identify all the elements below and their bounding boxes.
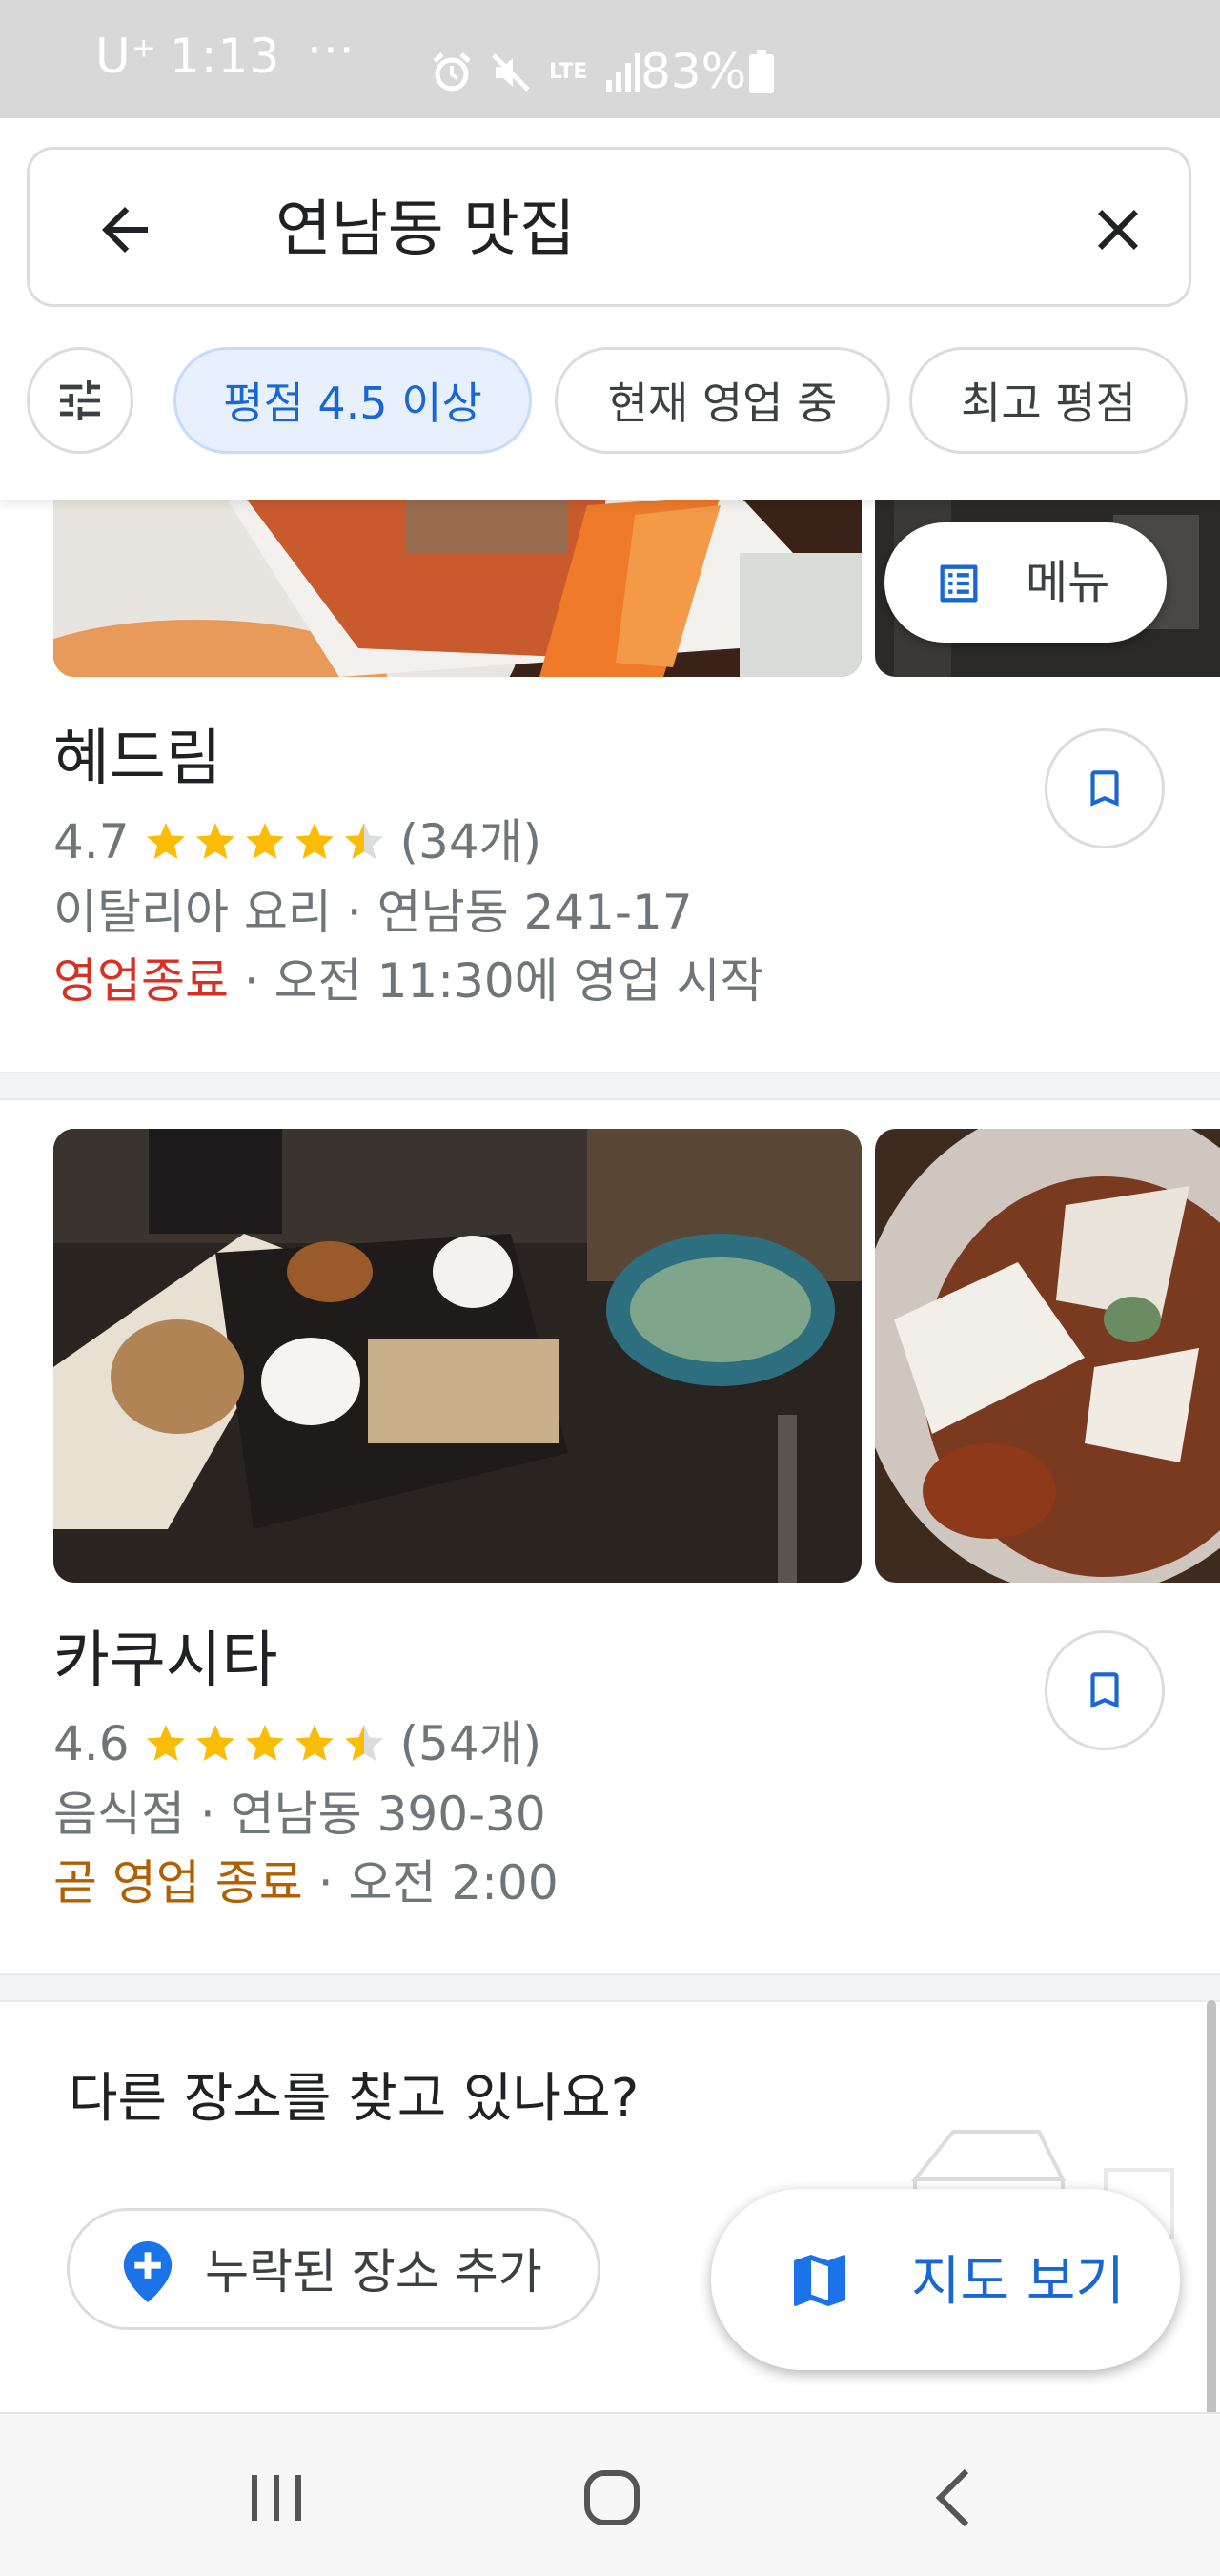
- hours-row: 영업종료 · 오전 11:30에 영업 시작: [53, 957, 763, 1005]
- add-place-label: 누락된 장소 추가: [205, 2244, 542, 2300]
- star-rating: [143, 1721, 387, 1767]
- half-star-icon: [344, 823, 383, 859]
- rating-value: 4.6: [53, 1716, 130, 1771]
- review-count: (34개): [399, 814, 542, 869]
- chip-top-rated[interactable]: 최고 평점: [909, 347, 1188, 454]
- bookmark-icon: [1090, 770, 1119, 807]
- review-count: (54개): [399, 1716, 542, 1771]
- place-name[interactable]: 카쿠시타: [53, 1630, 278, 1691]
- open-status-detail: · 오전 11:30에 영업 시작: [229, 953, 764, 1009]
- chip-open-now[interactable]: 현재 영업 중: [555, 347, 890, 454]
- result-photo[interactable]: [53, 496, 862, 677]
- signal-icon: [606, 53, 641, 92]
- notification-more-dots: ···: [307, 23, 356, 78]
- hours-row: 곧 영업 종료 · 오전 2:00: [53, 1859, 559, 1907]
- open-status-detail: · 오전 2:00: [302, 1855, 559, 1911]
- back-arrow-icon[interactable]: [91, 195, 159, 264]
- rating-row: 4.6 (54개): [53, 1720, 541, 1768]
- half-star-icon: [344, 1725, 383, 1761]
- star-icon: [146, 823, 185, 859]
- star-icon: [146, 1725, 185, 1761]
- back-nav-icon[interactable]: [917, 2464, 993, 2532]
- menu-list-icon: [940, 564, 978, 603]
- mute-icon: [492, 53, 530, 92]
- category-address: 음식점 · 연남동 390-30: [53, 1787, 546, 1842]
- star-icon: [295, 1725, 334, 1761]
- home-icon[interactable]: [574, 2464, 650, 2532]
- section-title: 다른 장소를 찾고 있나요?: [69, 2068, 640, 2130]
- food-photo-image: [53, 496, 862, 677]
- save-button[interactable]: [1045, 1630, 1165, 1750]
- status-icons: LTE: [431, 44, 642, 101]
- carrier-label: U⁺: [95, 29, 157, 84]
- star-icon: [195, 823, 234, 859]
- bookmark-icon: [1090, 1672, 1119, 1708]
- result-photo[interactable]: [875, 1129, 1220, 1583]
- status-bar: U⁺ 1:13 ··· LTE 83%: [0, 0, 1220, 118]
- star-icon: [245, 823, 284, 859]
- section-divider: [0, 1973, 1220, 2002]
- rating-value: 4.7: [53, 814, 130, 869]
- menu-button[interactable]: 메뉴: [884, 522, 1167, 643]
- food-photo-image: [53, 1129, 862, 1583]
- save-button[interactable]: [1045, 728, 1165, 848]
- search-box[interactable]: 연남동 맛집: [27, 147, 1191, 307]
- scrollbar[interactable]: [1207, 2000, 1216, 2420]
- system-nav-bar: [0, 2412, 1220, 2576]
- chip-rating-4-5[interactable]: 평점 4.5 이상: [173, 347, 532, 454]
- battery-icon: [749, 50, 774, 93]
- star-icon: [195, 1725, 234, 1761]
- star-rating: [143, 819, 387, 865]
- star-icon: [245, 1725, 284, 1761]
- open-status: 영업종료: [53, 953, 229, 1009]
- result-card[interactable]: 카쿠시타 4.6 (54개) 음식점 · 연남동 390-30 곧 영업 종료 …: [0, 1100, 1220, 1975]
- view-map-label: 지도 보기: [911, 2251, 1125, 2313]
- network-type: LTE: [549, 60, 588, 84]
- battery-percent: 83%: [640, 44, 747, 99]
- filter-chips: 평점 4.5 이상 현재 영업 중 최고 평점: [0, 347, 1220, 461]
- menu-label: 메뉴: [1026, 556, 1110, 609]
- search-query[interactable]: 연남동 맛집: [275, 188, 576, 272]
- section-divider: [0, 1072, 1220, 1100]
- rating-row: 4.7 (34개): [53, 818, 541, 866]
- open-status: 곧 영업 종료: [53, 1855, 303, 1911]
- place-name[interactable]: 혜드림: [53, 728, 222, 789]
- view-map-button[interactable]: 지도 보기: [711, 2189, 1180, 2370]
- dish-photo-image: [875, 1129, 1220, 1583]
- search-header: 연남동 맛집 평점 4.5 이상 현재 영업 중 최고 평점: [0, 118, 1220, 500]
- alarm-icon: [433, 52, 471, 92]
- map-icon: [794, 2255, 845, 2306]
- filters-button[interactable]: [27, 347, 133, 454]
- add-location-icon: [123, 2241, 173, 2302]
- clock: 1:13: [170, 29, 281, 84]
- recent-apps-icon[interactable]: [238, 2464, 315, 2532]
- result-photo[interactable]: [53, 1129, 862, 1583]
- star-icon: [295, 823, 334, 859]
- clear-icon[interactable]: [1084, 195, 1152, 264]
- category-address: 이탈리아 요리 · 연남동 241-17: [53, 885, 693, 940]
- tune-icon: [60, 380, 100, 420]
- add-missing-place-button[interactable]: 누락된 장소 추가: [67, 2208, 600, 2330]
